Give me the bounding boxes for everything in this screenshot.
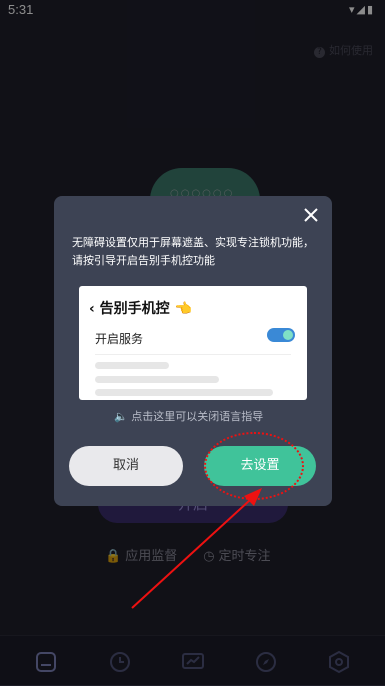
- annotation-arrow: [131, 488, 262, 609]
